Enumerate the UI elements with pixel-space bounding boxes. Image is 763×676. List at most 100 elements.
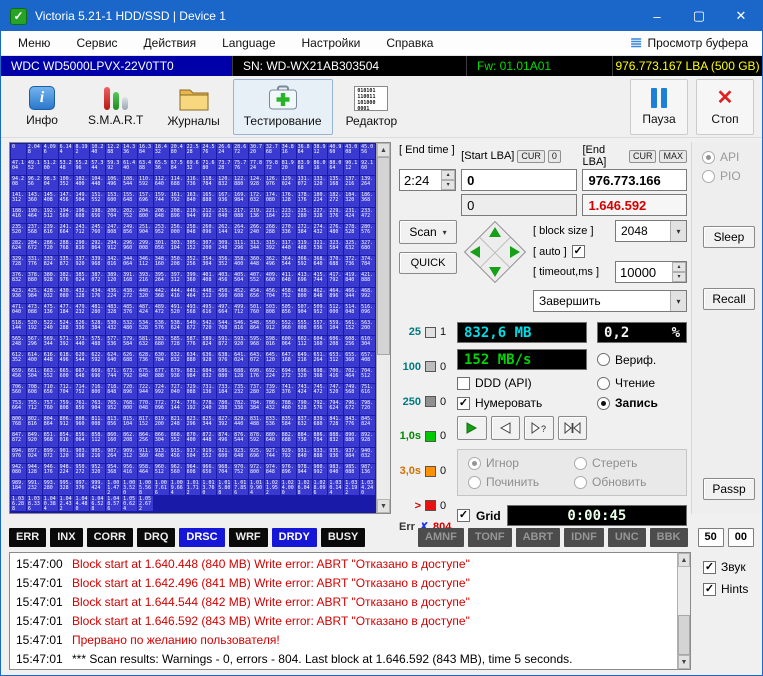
grid-checkbox[interactable]: ✓ bbox=[457, 509, 470, 522]
ddd-api-checkbox[interactable] bbox=[457, 377, 470, 390]
log-row[interactable]: 15:47:01*** Scan results: Warnings - 0, … bbox=[10, 649, 677, 668]
log-scroll-track[interactable] bbox=[678, 567, 690, 655]
write-radio[interactable] bbox=[597, 397, 610, 410]
scroll-up-icon[interactable]: ▲ bbox=[678, 553, 690, 567]
device-capacity: 976.773.167 LBA (500 GB) bbox=[613, 56, 762, 76]
sound-checkbox[interactable]: ✓ bbox=[703, 561, 716, 574]
end-time-up-button[interactable]: ▴ bbox=[441, 170, 455, 180]
menu-item-3[interactable]: Действия bbox=[131, 36, 210, 50]
step-back-button[interactable] bbox=[491, 416, 521, 440]
ignore-radio[interactable] bbox=[468, 457, 481, 470]
end-lba-cur-button[interactable]: CUR bbox=[629, 150, 657, 163]
menu-item-1[interactable]: Меню bbox=[5, 36, 63, 50]
scan-block: 120.832 bbox=[217, 176, 232, 191]
scan-block: 681.984 bbox=[186, 368, 201, 383]
scan-block: 604.160 bbox=[313, 336, 328, 351]
toolbar-button-smart[interactable]: S.M.A.R.T bbox=[77, 79, 154, 135]
start-lba-cur-button[interactable]: CUR bbox=[517, 150, 545, 163]
pio-radio[interactable] bbox=[702, 170, 715, 183]
scan-block: 124.928 bbox=[249, 176, 264, 191]
read-radio[interactable] bbox=[597, 377, 610, 390]
pause-button[interactable]: Пауза bbox=[630, 79, 688, 135]
seek-button[interactable]: ? bbox=[524, 416, 554, 440]
log-row[interactable]: 15:47:01Block start at 1.642.496 (841 MB… bbox=[10, 573, 677, 592]
passp-button[interactable]: Passp bbox=[703, 478, 755, 500]
jog-left-icon[interactable] bbox=[470, 246, 480, 258]
verify-radio[interactable] bbox=[597, 353, 610, 366]
end-time-down-button[interactable]: ▾ bbox=[441, 180, 455, 190]
erase-radio[interactable] bbox=[574, 457, 587, 470]
minimize-button[interactable]: – bbox=[636, 1, 678, 31]
menu-item-4[interactable]: Language bbox=[209, 36, 288, 50]
scan-block: 348.160 bbox=[154, 256, 169, 271]
stop-button[interactable]: ✕ Стоп bbox=[696, 79, 754, 135]
grid-scroll-thumb[interactable] bbox=[377, 157, 390, 355]
menu-item-6[interactable]: Справка bbox=[373, 36, 446, 50]
scan-block: 1.052.672 bbox=[138, 496, 153, 511]
refresh-radio[interactable] bbox=[574, 476, 587, 489]
log-scroll-thumb[interactable] bbox=[678, 615, 690, 655]
buffer-view-button[interactable]: ≣ Просмотр буфера bbox=[630, 36, 758, 50]
block-size-select[interactable]: 2048 ▾ bbox=[615, 220, 687, 242]
scan-block: 260.096 bbox=[201, 224, 216, 239]
scan-block: 59.392 bbox=[106, 160, 121, 175]
legend-row: 251 bbox=[399, 326, 451, 338]
scan-grid: 02.0484.0966.1448.19210.24012.28814.3361… bbox=[10, 143, 376, 513]
scroll-down-icon[interactable]: ▼ bbox=[678, 655, 690, 669]
jog-down-icon[interactable] bbox=[489, 267, 501, 277]
scan-block: 6.144 bbox=[59, 144, 74, 159]
scan-block: 589.824 bbox=[201, 336, 216, 351]
end-lba-max-button[interactable]: MAX bbox=[659, 150, 687, 163]
jog-diamond-control[interactable] bbox=[463, 220, 527, 284]
log-row[interactable]: 15:47:01Block start at 1.644.544 (842 MB… bbox=[10, 592, 677, 611]
sleep-button[interactable]: Sleep bbox=[703, 226, 755, 248]
toolbar-button-test[interactable]: Тестирование bbox=[233, 79, 333, 135]
scan-block: 550.912 bbox=[265, 320, 280, 335]
log-message: Block start at 1.646.592 (843 MB) Write … bbox=[72, 614, 470, 628]
jump-end-button[interactable] bbox=[558, 416, 588, 440]
scan-block: 923.648 bbox=[233, 448, 248, 463]
on-end-action-select[interactable]: Завершить ▾ bbox=[533, 290, 687, 312]
timeout-input[interactable]: 10000 bbox=[616, 262, 672, 282]
numerate-checkbox[interactable]: ✓ bbox=[457, 397, 470, 410]
jog-up-icon[interactable] bbox=[489, 227, 501, 237]
log-row[interactable]: 15:47:00Block start at 1.640.448 (840 MB… bbox=[10, 554, 677, 573]
grid-scroll-track[interactable] bbox=[377, 157, 390, 499]
auto-checkbox[interactable]: ✓ bbox=[572, 245, 585, 258]
end-time-spinner[interactable]: 2:24 ▴ ▾ bbox=[399, 169, 456, 191]
timeout-down-button[interactable]: ▾ bbox=[672, 272, 686, 282]
log-row[interactable]: 15:47:01Block start at 1.646.592 (843 MB… bbox=[10, 611, 677, 630]
quick-button[interactable]: QUICK bbox=[399, 252, 457, 274]
scan-block: 509.952 bbox=[313, 304, 328, 319]
timeout-up-button[interactable]: ▴ bbox=[672, 262, 686, 272]
end-time-value[interactable]: 2:24 bbox=[400, 170, 441, 190]
toolbar-button-info[interactable]: iИнфо bbox=[9, 79, 75, 135]
grid-scrollbar[interactable]: ▲ ▼ bbox=[376, 143, 390, 513]
scan-block: 403.456 bbox=[217, 272, 232, 287]
recall-button[interactable]: Recall bbox=[703, 288, 755, 310]
hints-checkbox[interactable]: ✓ bbox=[703, 583, 716, 596]
menu-item-5[interactable]: Настройки bbox=[289, 36, 374, 50]
api-radio[interactable] bbox=[702, 151, 715, 164]
start-lba-input[interactable]: 0 bbox=[461, 169, 577, 191]
toolbar-button-editor[interactable]: 0101011100111010000001Редактор bbox=[335, 79, 409, 135]
menu-item-2[interactable]: Сервис bbox=[63, 36, 130, 50]
start-lba-zero-button[interactable]: 0 bbox=[548, 150, 561, 163]
repair-radio[interactable] bbox=[468, 476, 481, 489]
scan-button[interactable]: Scan ▾ bbox=[399, 220, 457, 244]
device-model[interactable]: WDC WD5000LPVX-22V0TT0 bbox=[1, 56, 233, 76]
close-button[interactable]: ✕ bbox=[720, 1, 762, 31]
scan-block: 55.296 bbox=[74, 160, 89, 175]
scroll-down-icon[interactable]: ▼ bbox=[377, 499, 390, 513]
maximize-button[interactable]: ▢ bbox=[678, 1, 720, 31]
scan-block: 704.512 bbox=[360, 368, 375, 383]
jog-right-icon[interactable] bbox=[510, 246, 520, 258]
timeout-spinner[interactable]: 10000 ▴ ▾ bbox=[615, 261, 687, 283]
play-button[interactable] bbox=[457, 416, 487, 440]
scroll-up-icon[interactable]: ▲ bbox=[377, 143, 390, 157]
window-controls: – ▢ ✕ bbox=[636, 1, 762, 31]
end-lba-input[interactable]: 976.773.166 bbox=[582, 169, 687, 191]
log-scrollbar[interactable]: ▲ ▼ bbox=[677, 552, 691, 670]
log-row[interactable]: 15:47:01Прервано по желанию пользователя… bbox=[10, 630, 677, 649]
toolbar-button-journals[interactable]: Журналы bbox=[156, 79, 230, 135]
